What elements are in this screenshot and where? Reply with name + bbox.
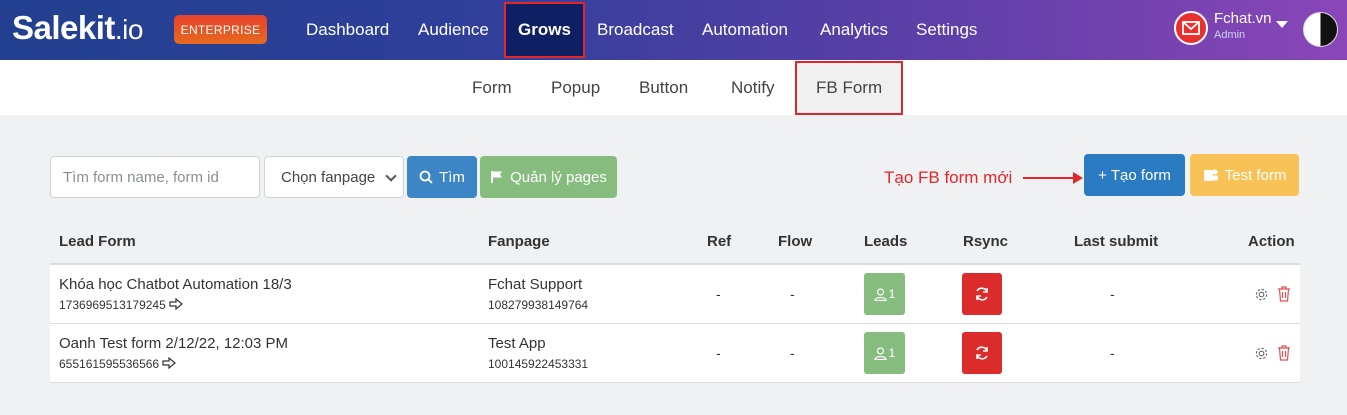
- form-name[interactable]: Khóa học Chatbot Automation 18/3: [59, 276, 292, 293]
- table-header: Lead Form Fanpage Ref Flow Leads Rsync L…: [50, 219, 1300, 265]
- mail-avatar-icon: [1174, 11, 1208, 45]
- arrow-right-icon[interactable]: [162, 356, 177, 370]
- ref-value: -: [716, 286, 721, 302]
- user-menu[interactable]: Fchat.vn Admin: [1174, 11, 1272, 45]
- fanpage-name: Test App: [488, 335, 546, 352]
- test-form-icon: [1203, 169, 1218, 181]
- flow-value: -: [790, 345, 795, 361]
- fb-forms-table: Lead Form Fanpage Ref Flow Leads Rsync L…: [50, 219, 1300, 383]
- profile-avatar[interactable]: [1303, 12, 1338, 47]
- annotation-arrowhead: [1073, 172, 1083, 184]
- manage-pages-label: Quản lý pages: [510, 168, 607, 186]
- trash-icon[interactable]: [1277, 345, 1291, 361]
- fanpage-select-value: Chọn fanpage: [281, 168, 376, 186]
- last-submit-value: -: [1110, 286, 1115, 302]
- search-icon: [419, 170, 433, 184]
- leads-count: 1: [888, 346, 896, 360]
- tab-form[interactable]: Form: [472, 60, 512, 115]
- enterprise-badge: ENTERPRISE: [174, 15, 267, 44]
- chevron-down-icon[interactable]: [1276, 21, 1288, 28]
- leads-button[interactable]: 1: [864, 273, 905, 315]
- form-name[interactable]: Oanh Test form 2/12/22, 12:03 PM: [59, 335, 288, 352]
- logo-text: Salekit: [12, 9, 115, 46]
- create-form-button[interactable]: + Tạo form: [1084, 154, 1185, 196]
- user-icon: [874, 346, 887, 360]
- col-leads: Leads: [864, 233, 908, 250]
- sync-icon: [976, 346, 988, 360]
- nav-grows[interactable]: Grows: [504, 2, 585, 58]
- col-rsync: Rsync: [963, 233, 1009, 250]
- tab-popup[interactable]: Popup: [551, 60, 600, 115]
- test-form-label: Test form: [1224, 166, 1287, 184]
- form-id: 1736969513179245: [59, 298, 166, 312]
- user-role: Admin: [1214, 29, 1246, 41]
- page-id: 108279938149764: [488, 298, 589, 312]
- create-form-annotation: Tạo FB form mới: [884, 168, 1013, 187]
- chevron-down-icon: [385, 170, 397, 182]
- leads-button[interactable]: 1: [864, 332, 905, 374]
- rsync-button[interactable]: [962, 273, 1002, 315]
- user-name: Fchat.vn: [1214, 10, 1272, 27]
- salekit-logo[interactable]: Salekit.io: [12, 9, 143, 47]
- trash-icon[interactable]: [1277, 286, 1291, 302]
- col-lead-form: Lead Form: [59, 233, 136, 250]
- test-form-button[interactable]: Test form: [1190, 154, 1299, 196]
- col-fanpage: Fanpage: [488, 233, 550, 250]
- flag-icon: [491, 171, 503, 183]
- col-last-submit: Last submit: [1074, 233, 1159, 250]
- top-navbar: Salekit.io ENTERPRISE Dashboard Audience…: [0, 0, 1347, 60]
- nav-audience[interactable]: Audience: [418, 0, 489, 60]
- logo-suffix: .io: [114, 14, 144, 45]
- nav-automation[interactable]: Automation: [702, 0, 788, 60]
- leads-count: 1: [888, 287, 896, 301]
- user-icon: [874, 287, 887, 301]
- nav-broadcast[interactable]: Broadcast: [597, 0, 674, 60]
- tab-notify[interactable]: Notify: [731, 60, 774, 115]
- form-id: 655161595536566: [59, 357, 160, 371]
- rsync-button[interactable]: [962, 332, 1002, 374]
- nav-analytics[interactable]: Analytics: [820, 0, 888, 60]
- sub-navbar: Form Popup Button Notify FB Form: [0, 60, 1347, 115]
- gear-icon[interactable]: [1254, 346, 1269, 361]
- page-id: 100145922453331: [488, 357, 589, 371]
- annotation-arrow: [1023, 177, 1077, 179]
- nav-dashboard[interactable]: Dashboard: [306, 0, 389, 60]
- table-row: Khóa học Chatbot Automation 18/3 1736969…: [50, 265, 1300, 324]
- flow-value: -: [790, 286, 795, 302]
- col-ref: Ref: [707, 233, 732, 250]
- arrow-right-icon[interactable]: [169, 297, 184, 311]
- search-input[interactable]: [50, 156, 260, 198]
- table-row: Oanh Test form 2/12/22, 12:03 PM 6551615…: [50, 324, 1300, 383]
- tab-fb-form[interactable]: FB Form: [795, 61, 904, 115]
- search-button-label: Tìm: [439, 168, 465, 186]
- manage-pages-button[interactable]: Quản lý pages: [480, 156, 617, 198]
- tab-button[interactable]: Button: [639, 60, 688, 115]
- search-button[interactable]: Tìm: [407, 156, 477, 198]
- nav-settings[interactable]: Settings: [916, 0, 977, 60]
- col-flow: Flow: [778, 233, 813, 250]
- gear-icon[interactable]: [1254, 287, 1269, 302]
- ref-value: -: [716, 345, 721, 361]
- last-submit-value: -: [1110, 345, 1115, 361]
- col-action: Action: [1248, 233, 1295, 250]
- sync-icon: [976, 287, 988, 301]
- fanpage-select[interactable]: Chọn fanpage: [264, 156, 404, 198]
- fanpage-name: Fchat Support: [488, 276, 583, 293]
